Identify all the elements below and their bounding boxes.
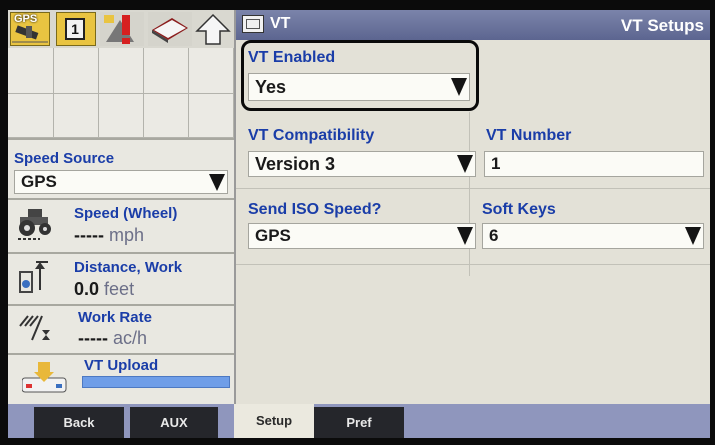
counter-icon-label: 1	[65, 18, 85, 40]
vt-upload-label: VT Upload	[84, 357, 159, 374]
work-rate-value: -----	[78, 328, 108, 348]
dropdown-arrow-icon	[685, 227, 701, 245]
status-icon-bar: GPS 1	[8, 10, 234, 49]
tab-back[interactable]: Back	[34, 407, 124, 438]
dropdown-arrow-icon	[457, 155, 473, 173]
send-iso-speed-value: GPS	[255, 226, 291, 245]
vt-number-value: 1	[491, 154, 501, 173]
distance-icon	[18, 260, 54, 301]
gps-satellite-icon[interactable]: GPS	[10, 12, 52, 46]
distance-work-unit: feet	[104, 279, 135, 299]
distance-work-label: Distance, Work	[74, 259, 183, 276]
distance-work-value: 0.0	[74, 279, 100, 299]
book-icon[interactable]	[148, 12, 192, 46]
work-rate-readout: ----- ac/h	[78, 328, 147, 349]
up-arrow-icon[interactable]	[194, 12, 232, 46]
speed-source-value: GPS	[21, 172, 57, 191]
screen-title: VT	[270, 15, 291, 32]
title-bar: VT VT Setups	[236, 10, 710, 40]
tab-pref[interactable]: Pref	[314, 407, 404, 438]
distance-work-readout: 0.0 feet	[74, 279, 134, 300]
vt-compatibility-select[interactable]: Version 3	[248, 151, 476, 177]
speed-source-label: Speed Source	[14, 150, 115, 167]
work-rate-icon	[18, 312, 54, 349]
display-screen: GPS 1 Speed Source GPS Speed (Wheel) ---…	[8, 10, 710, 438]
empty-grid-row-1	[8, 48, 234, 94]
soft-keys-value: 6	[489, 226, 499, 245]
soft-keys-select[interactable]: 6	[482, 223, 704, 249]
work-rate-unit: ac/h	[113, 328, 148, 348]
vt-setup-panel: VT VT Setups VT Enabled Yes VT Compatibi…	[236, 10, 710, 404]
dropdown-arrow-icon	[209, 174, 225, 191]
tab-aux[interactable]: AUX	[130, 407, 218, 438]
empty-grid-row-2	[8, 94, 234, 138]
send-iso-speed-label: Send ISO Speed?	[248, 201, 382, 218]
speed-wheel-value: -----	[74, 225, 104, 245]
tab-setup[interactable]: Setup	[234, 404, 314, 438]
counter-icon[interactable]: 1	[56, 12, 96, 46]
alert-icon[interactable]	[100, 12, 144, 46]
work-rate-label: Work Rate	[78, 309, 152, 326]
left-panel: GPS 1 Speed Source GPS Speed (Wheel) ---…	[8, 10, 236, 404]
vt-number-input[interactable]: 1	[484, 151, 704, 177]
vt-number-label: VT Number	[486, 127, 572, 144]
bottom-tab-bar: Back AUX Setup Pref	[8, 404, 710, 438]
vt-compatibility-value: Version 3	[255, 154, 336, 174]
send-iso-speed-select[interactable]: GPS	[248, 223, 476, 249]
vt-upload-icon	[21, 360, 70, 401]
vt-upload-progress-bar	[82, 376, 230, 388]
speed-wheel-readout: ----- mph	[74, 225, 144, 246]
soft-keys-label: Soft Keys	[482, 201, 556, 218]
tractor-icon	[16, 206, 56, 247]
dropdown-arrow-icon	[457, 227, 473, 245]
speed-wheel-label: Speed (Wheel)	[74, 205, 178, 222]
highlight-callout	[241, 40, 479, 111]
vt-compatibility-label: VT Compatibility	[248, 127, 375, 144]
speed-source-select[interactable]: GPS	[14, 170, 228, 194]
vt-screen-icon	[242, 15, 264, 33]
speed-wheel-unit: mph	[109, 225, 145, 245]
screen-subtitle: VT Setups	[620, 16, 704, 35]
